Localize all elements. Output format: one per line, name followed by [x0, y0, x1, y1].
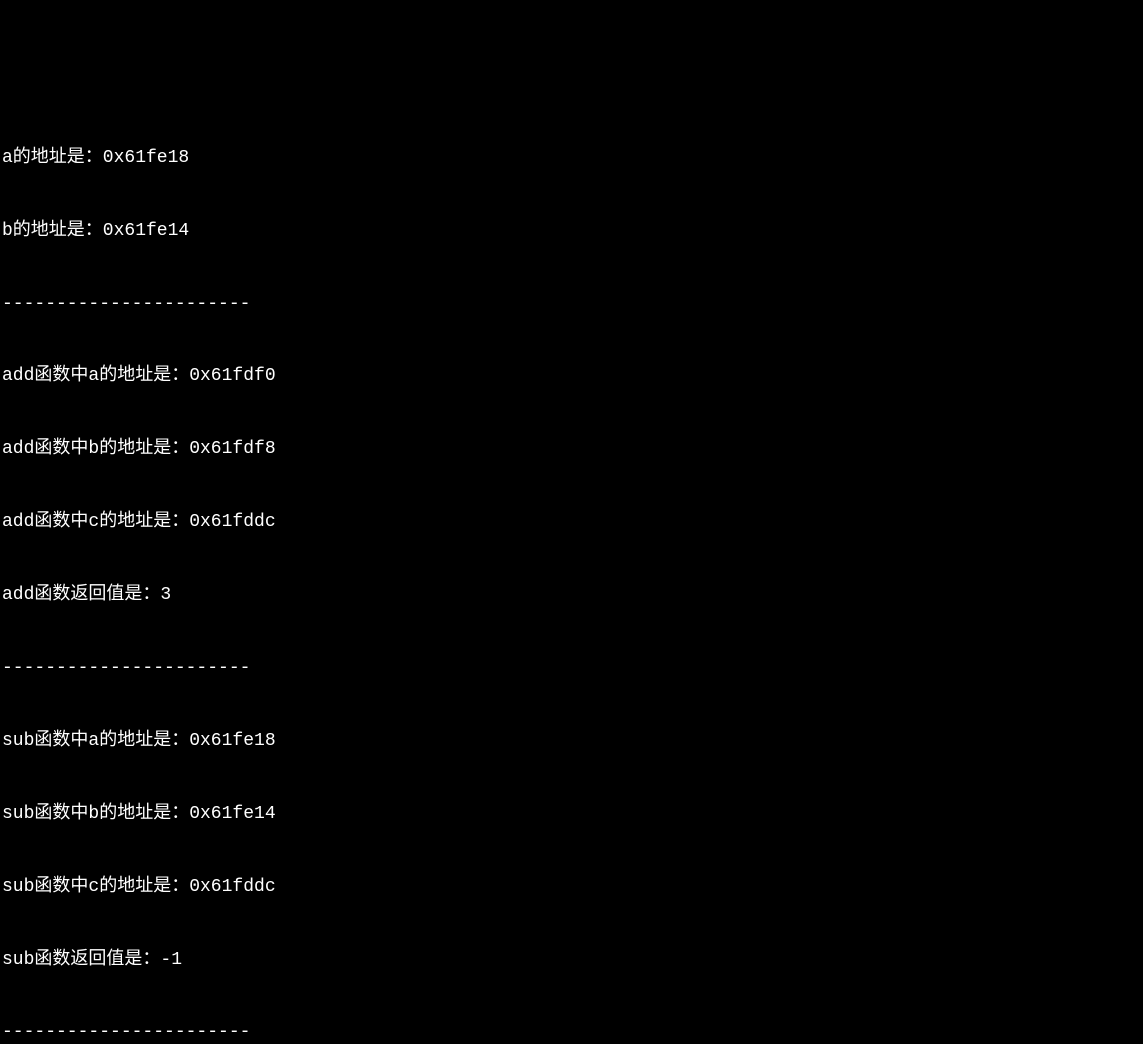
output-line: add函数中a的地址是：0x61fdf0: [2, 364, 1141, 388]
output-line: a的地址是：0x61fe18: [2, 146, 1141, 170]
output-line: sub函数中c的地址是：0x61fddc: [2, 875, 1141, 899]
output-line: b的地址是：0x61fe14: [2, 219, 1141, 243]
output-line: add函数中c的地址是：0x61fddc: [2, 510, 1141, 534]
separator-line: -----------------------: [2, 1020, 1141, 1044]
output-line: add函数返回值是：3: [2, 583, 1141, 607]
output-line: sub函数中b的地址是：0x61fe14: [2, 802, 1141, 826]
output-line: add函数中b的地址是：0x61fdf8: [2, 437, 1141, 461]
output-line: sub函数返回值是：-1: [2, 948, 1141, 972]
terminal-window[interactable]: a的地址是：0x61fe18 b的地址是：0x61fe14 ----------…: [0, 97, 1143, 1044]
output-line: sub函数中a的地址是：0x61fe18: [2, 729, 1141, 753]
separator-line: -----------------------: [2, 656, 1141, 680]
separator-line: -----------------------: [2, 292, 1141, 316]
